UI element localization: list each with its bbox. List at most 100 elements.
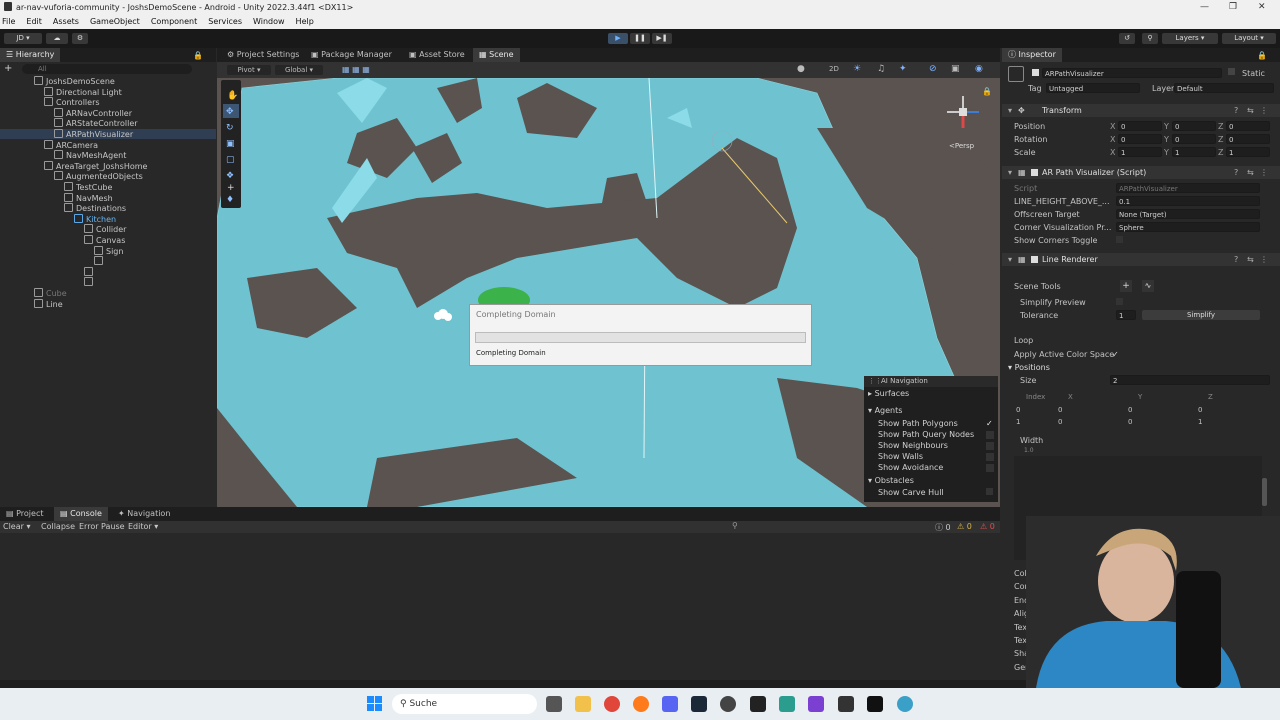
menu-gameobject[interactable]: GameObject: [90, 15, 140, 29]
menu-edit[interactable]: Edit: [26, 15, 42, 29]
agent-option-checkbox[interactable]: [986, 442, 994, 450]
hierarchy-item[interactable]: Collider: [0, 224, 216, 234]
help-icon[interactable]: ?: [1234, 255, 1238, 264]
object-name-field[interactable]: ARPathVisualizer: [1042, 68, 1222, 78]
agent-option-label[interactable]: Show Walls: [878, 452, 923, 461]
help-icon[interactable]: ?: [1234, 168, 1238, 177]
tab-navigation[interactable]: ✦ Navigation: [112, 507, 176, 521]
move-tool-icon[interactable]: ✥: [226, 107, 234, 117]
layout-dropdown[interactable]: Layout ▾: [1222, 33, 1276, 44]
gizmo-lock-icon[interactable]: 🔒: [982, 87, 992, 96]
positions-foldout[interactable]: ▾ Positions: [1008, 363, 1050, 372]
hierarchy-item[interactable]: ARNavController: [0, 107, 216, 118]
positions-cell[interactable]: 1: [1198, 418, 1202, 426]
obs-icon[interactable]: [720, 696, 736, 712]
toggle-2d-button[interactable]: 2D: [829, 65, 839, 73]
hierarchy-item[interactable]: ARCamera: [0, 139, 216, 150]
close-icon[interactable]: ✕: [1258, 2, 1266, 12]
lighting-icon[interactable]: ☀: [853, 64, 861, 74]
transform-y-field[interactable]: 0: [1172, 134, 1216, 144]
hand-tool-icon[interactable]: ✋: [227, 89, 238, 101]
static-checkbox[interactable]: [1228, 68, 1235, 75]
hierarchy-item[interactable]: [0, 266, 216, 277]
component-menu-icon[interactable]: ⋮: [1260, 168, 1268, 177]
hierarchy-item[interactable]: Line: [0, 298, 216, 309]
hierarchy-item[interactable]: [0, 277, 216, 287]
transform-x-field[interactable]: 0: [1118, 121, 1162, 131]
hierarchy-item[interactable]: ARStateController: [0, 118, 216, 128]
tab-scene[interactable]: ▦ Scene: [473, 48, 520, 62]
transform-z-field[interactable]: 0: [1226, 134, 1270, 144]
hierarchy-item[interactable]: AugmentedObjects: [0, 171, 216, 181]
effects-icon[interactable]: ✦: [899, 64, 907, 74]
ai-nav-agents[interactable]: ▾ Agents: [868, 406, 902, 415]
hierarchy-search-input[interactable]: All: [22, 64, 192, 74]
hierarchy-item[interactable]: Destinations: [0, 203, 216, 213]
transform-y-field[interactable]: 1: [1172, 147, 1216, 157]
agent-option-checkbox[interactable]: ✓: [986, 420, 994, 428]
collab-icon[interactable]: ⚙: [72, 33, 88, 44]
hierarchy-item[interactable]: TestCube: [0, 182, 216, 192]
history-icon[interactable]: ↺: [1119, 33, 1135, 44]
warning-count[interactable]: ⚠ 0: [957, 522, 972, 531]
custom-tool-icon[interactable]: +: [227, 183, 235, 193]
hierarchy-item[interactable]: Cube: [0, 288, 216, 298]
visual-studio-icon[interactable]: [808, 696, 824, 712]
grid-snap-icon[interactable]: ▦ ▦ ▦: [342, 65, 370, 74]
tab-project-settings[interactable]: ⚙ Project Settings: [221, 48, 305, 62]
script-header[interactable]: ▾ ▦ AR Path Visualizer (Script) ? ⇆ ⋮: [1002, 166, 1280, 179]
agent-option-label[interactable]: Show Neighbours: [878, 441, 948, 450]
positions-cell[interactable]: 0: [1128, 406, 1132, 414]
add-icon[interactable]: +: [4, 64, 14, 74]
positions-cell[interactable]: 0: [1198, 406, 1202, 414]
hierarchy-item[interactable]: Kitchen: [0, 213, 216, 224]
hierarchy-item[interactable]: NavMesh: [0, 192, 216, 203]
hierarchy-item[interactable]: NavMeshAgent: [0, 150, 216, 160]
firefox-icon[interactable]: [633, 696, 649, 712]
hierarchy-item[interactable]: Canvas: [0, 235, 216, 245]
simplify-button[interactable]: Simplify: [1142, 310, 1260, 320]
help-icon[interactable]: ?: [1234, 106, 1238, 115]
info-count[interactable]: ⓘ 0: [935, 522, 951, 533]
transform-x-field[interactable]: 1: [1118, 147, 1162, 157]
maximize-icon[interactable]: ❐: [1229, 2, 1237, 12]
unity-hub-icon[interactable]: [838, 696, 854, 712]
menu-window[interactable]: Window: [253, 15, 285, 29]
rotate-tool-icon[interactable]: ↻: [226, 123, 234, 133]
agent-option-checkbox[interactable]: [986, 464, 994, 472]
apply-color-check-icon[interactable]: ✓: [1112, 350, 1119, 359]
collapse-button[interactable]: Collapse: [41, 522, 75, 531]
global-dropdown[interactable]: Global ▾: [275, 65, 323, 75]
error-pause-button[interactable]: Error Pause: [79, 522, 125, 531]
component-menu-icon[interactable]: ⋮: [1260, 106, 1268, 115]
tolerance-field[interactable]: 1: [1116, 310, 1136, 320]
navmesh-tool-icon[interactable]: ♦: [226, 195, 234, 205]
line-renderer-header[interactable]: ▾ ▦ Line Renderer ? ⇆ ⋮: [1002, 253, 1280, 266]
editor-dropdown[interactable]: Editor ▾: [128, 522, 158, 531]
gizmos-icon[interactable]: ◉: [975, 64, 983, 74]
tab-project[interactable]: ▤ Project: [0, 507, 49, 521]
hierarchy-item[interactable]: Directional Light: [0, 86, 216, 97]
positions-cell[interactable]: 0: [1058, 406, 1062, 414]
layers-dropdown[interactable]: Layers ▾: [1162, 33, 1218, 44]
inspector-lock-icon[interactable]: 🔒: [1257, 51, 1267, 60]
hierarchy-item[interactable]: Controllers: [0, 97, 216, 107]
script-field-value[interactable]: 0.1: [1116, 196, 1260, 206]
minimize-icon[interactable]: —: [1200, 2, 1209, 12]
unity-editor-icon[interactable]: [867, 696, 883, 712]
agent-option-label[interactable]: Show Path Query Nodes: [878, 430, 974, 439]
menu-file[interactable]: File: [2, 15, 15, 29]
edit-points-icon[interactable]: ∿: [1142, 280, 1154, 292]
expand-arrow-icon[interactable]: ▾: [1008, 168, 1012, 177]
transform-z-field[interactable]: 1: [1226, 147, 1270, 157]
discord-icon[interactable]: [662, 696, 678, 712]
presets-icon[interactable]: ⇆: [1247, 168, 1254, 177]
account-button[interactable]: JD ▾: [4, 33, 42, 44]
camera-icon[interactable]: ▣: [951, 64, 960, 74]
tag-dropdown[interactable]: Untagged: [1046, 83, 1140, 93]
component-menu-icon[interactable]: ⋮: [1260, 255, 1268, 264]
hierarchy-item[interactable]: AreaTarget_JoshsHome: [0, 160, 216, 171]
pause-button[interactable]: ❚❚: [630, 33, 650, 44]
transform-y-field[interactable]: 0: [1172, 121, 1216, 131]
clear-button[interactable]: Clear ▾: [3, 522, 30, 531]
